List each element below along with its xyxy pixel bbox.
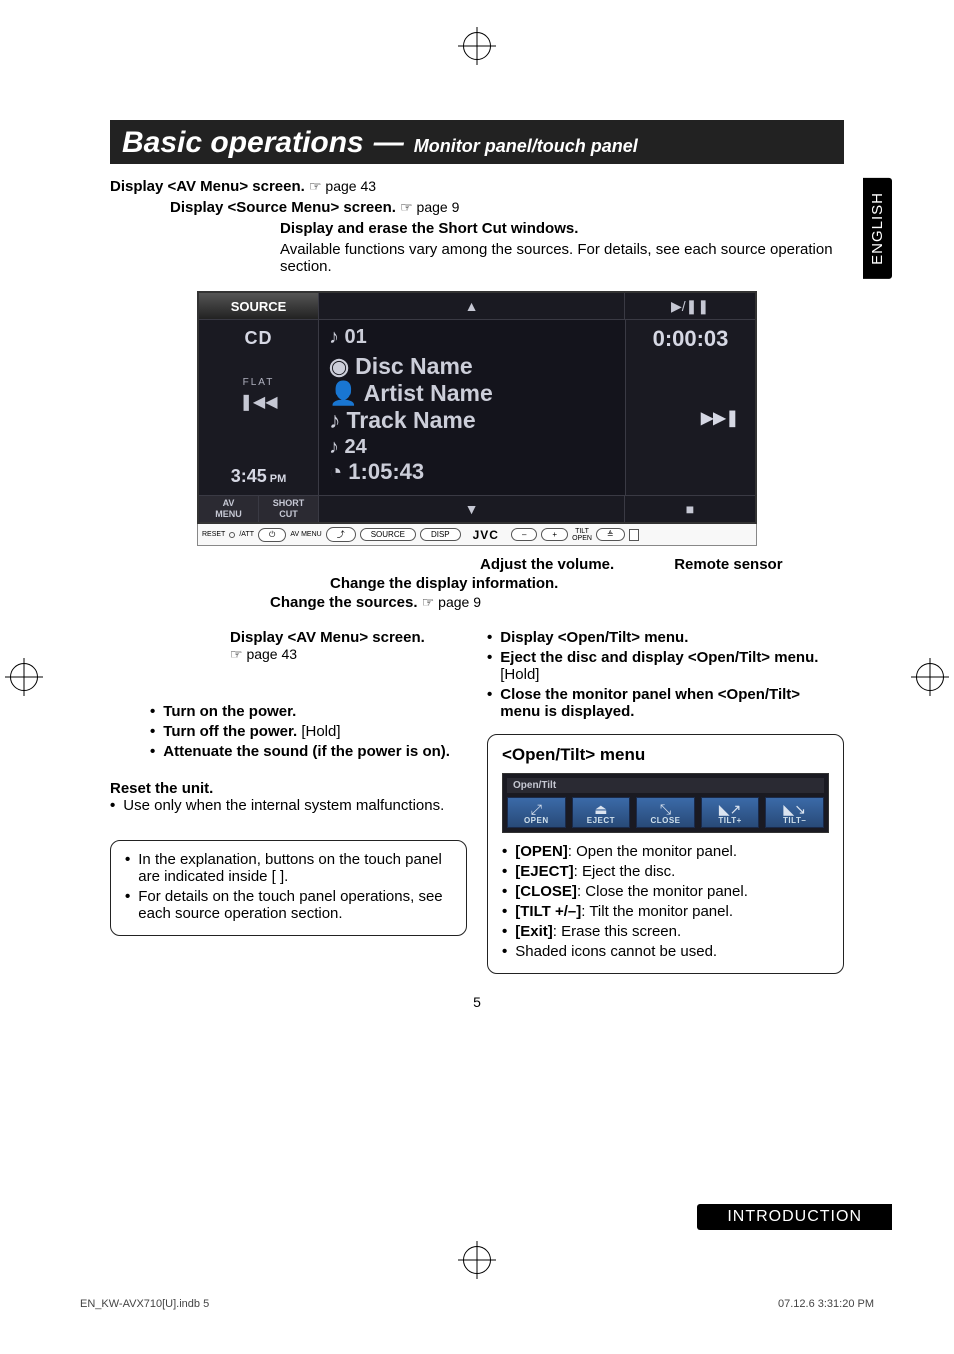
- source-label: CD: [199, 328, 318, 349]
- registration-mark: [916, 663, 944, 691]
- callout-remote-sensor: Remote sensor: [674, 556, 782, 573]
- note-icon: ♪: [329, 407, 341, 434]
- prev-track-button[interactable]: ❚◀◀: [199, 392, 318, 412]
- pageref: ☞ page 9: [400, 199, 459, 215]
- registration-mark: [463, 1246, 491, 1274]
- list-item: [CLOSE]: Close the monitor panel.: [502, 883, 829, 900]
- pageref: ☞ page 9: [422, 594, 481, 610]
- reset-pinhole[interactable]: [229, 532, 235, 538]
- callout-shortcut-head: Display and erase the Short Cut windows.: [280, 220, 578, 237]
- callout-display-info: Change the display information.: [330, 575, 558, 592]
- track-count: ♪ 24: [329, 436, 367, 459]
- list-item: [TILT +/–]: Tilt the monitor panel.: [502, 903, 829, 920]
- callout-change-sources: Change the sources.: [270, 594, 418, 611]
- pageref: ☞ page 43: [230, 646, 467, 663]
- list-item: Turn off the power. [Hold]: [150, 723, 467, 740]
- avmenu-label: AV MENU: [290, 531, 321, 539]
- list-item: For details on the touch panel operation…: [125, 888, 452, 922]
- elapsed-time: 0:00:03: [626, 320, 755, 352]
- av-menu-tab[interactable]: AV MENU: [199, 496, 259, 522]
- list-item: Use only when the internal system malfun…: [110, 797, 467, 814]
- source-button[interactable]: SOURCE: [199, 293, 319, 319]
- list-item: Attenuate the sound (if the power is on)…: [150, 743, 467, 760]
- att-label: /ATT: [239, 531, 254, 539]
- tilt-minus-icon-button[interactable]: ◣↘TILT–: [765, 797, 824, 828]
- avmenu-button[interactable]: ⤴: [326, 527, 356, 542]
- title-main: Basic operations: [122, 126, 364, 160]
- stop-button[interactable]: ■: [625, 496, 755, 522]
- open-tilt-header: Open/Tilt: [507, 778, 824, 793]
- title-dash: —: [374, 126, 404, 160]
- eq-flat-label: FLAT: [199, 377, 318, 388]
- up-button[interactable]: ▲: [319, 293, 625, 319]
- open-label: OPEN: [572, 535, 592, 542]
- section-tab: INTRODUCTION: [697, 1204, 892, 1230]
- duration: 1:05:43: [348, 459, 424, 485]
- remote-sensor-window: [629, 529, 639, 541]
- registration-mark: [10, 663, 38, 691]
- short-cut-tab[interactable]: SHORT CUT: [259, 496, 319, 522]
- page-number: 5: [110, 994, 844, 1010]
- clock-ampm: PM: [270, 473, 287, 485]
- track-number: ♪ 01: [329, 326, 367, 349]
- vol-down-button[interactable]: –: [511, 528, 537, 541]
- jvc-logo: JVC: [473, 528, 499, 542]
- vol-up-button[interactable]: +: [541, 528, 568, 541]
- clock-icon: ◔: [329, 459, 342, 485]
- page-title-bar: Basic operations — Monitor panel/touch p…: [110, 120, 844, 164]
- list-item: In the explanation, buttons on the touch…: [125, 851, 452, 885]
- physical-panel-strip: RESET /ATT ⏻ AV MENU ⤴ SOURCE DISP JVC –…: [197, 524, 757, 546]
- open-icon-button[interactable]: ⤢OPEN: [507, 797, 566, 828]
- footer-left: EN_KW-AVX710[U].indb 5: [80, 1298, 209, 1310]
- tilt-open-button[interactable]: ≜: [596, 528, 625, 541]
- tilt-plus-icon-button[interactable]: ◣↗TILT+: [701, 797, 760, 828]
- list-item: Turn on the power.: [150, 703, 467, 720]
- language-tab: ENGLISH: [863, 178, 892, 279]
- close-icon-button[interactable]: ⤡CLOSE: [636, 797, 695, 828]
- open-tilt-box: <Open/Tilt> menu Open/Tilt ⤢OPEN ⏏EJECT …: [487, 734, 844, 974]
- next-track-button[interactable]: ▶▶❚: [701, 408, 739, 428]
- eject-icon-button[interactable]: ⏏EJECT: [572, 797, 631, 828]
- reset-label: RESET: [202, 531, 225, 539]
- power-att-button[interactable]: ⏻: [258, 528, 286, 542]
- pageref: ☞ page 43: [309, 178, 376, 194]
- clock-time: 3:45: [231, 466, 267, 486]
- footer-right: 07.12.6 3:31:20 PM: [778, 1298, 874, 1310]
- callout-volume: Adjust the volume.: [480, 556, 614, 573]
- list-item: Close the monitor panel when <Open/Tilt>…: [487, 686, 844, 720]
- device-graphic: SOURCE ▲ ▶/❚❚ CD FLAT ❚◀◀ 3:45PM ♪ 01 ◉D…: [197, 291, 757, 546]
- disp-button[interactable]: DISP: [420, 528, 461, 541]
- callout-av-menu-2: Display <AV Menu> screen.: [230, 629, 425, 646]
- registration-mark: [463, 32, 491, 60]
- open-tilt-graphic: Open/Tilt ⤢OPEN ⏏EJECT ⤡CLOSE ◣↗TILT+ ◣↘…: [502, 773, 829, 833]
- list-item: [OPEN]: Open the monitor panel.: [502, 843, 829, 860]
- track-name: Track Name: [347, 407, 476, 434]
- callout-shortcut-body: Available functions vary among the sourc…: [280, 241, 844, 275]
- disc-icon: ◉: [329, 353, 349, 380]
- down-button[interactable]: ▼: [319, 496, 625, 522]
- reset-heading: Reset the unit.: [110, 780, 467, 797]
- list-item: Shaded icons cannot be used.: [502, 943, 829, 960]
- list-item: Display <Open/Tilt> menu.: [487, 629, 844, 646]
- open-tilt-title: <Open/Tilt> menu: [502, 745, 829, 765]
- artist-name: Artist Name: [364, 380, 493, 407]
- artist-icon: 👤: [329, 380, 358, 407]
- list-item: [EJECT]: Eject the disc.: [502, 863, 829, 880]
- list-item: Eject the disc and display <Open/Tilt> m…: [487, 649, 844, 683]
- disc-name: Disc Name: [355, 353, 473, 380]
- play-pause-button[interactable]: ▶/❚❚: [625, 293, 755, 319]
- list-item: [Exit]: Erase this screen.: [502, 923, 829, 940]
- callout-source-menu: Display <Source Menu> screen.: [170, 199, 396, 216]
- source-phys-button[interactable]: SOURCE: [360, 528, 416, 541]
- note-box: In the explanation, buttons on the touch…: [110, 840, 467, 936]
- tilt-label: TILT: [572, 528, 592, 535]
- title-sub: Monitor panel/touch panel: [414, 136, 638, 157]
- callout-av-menu: Display <AV Menu> screen.: [110, 178, 305, 195]
